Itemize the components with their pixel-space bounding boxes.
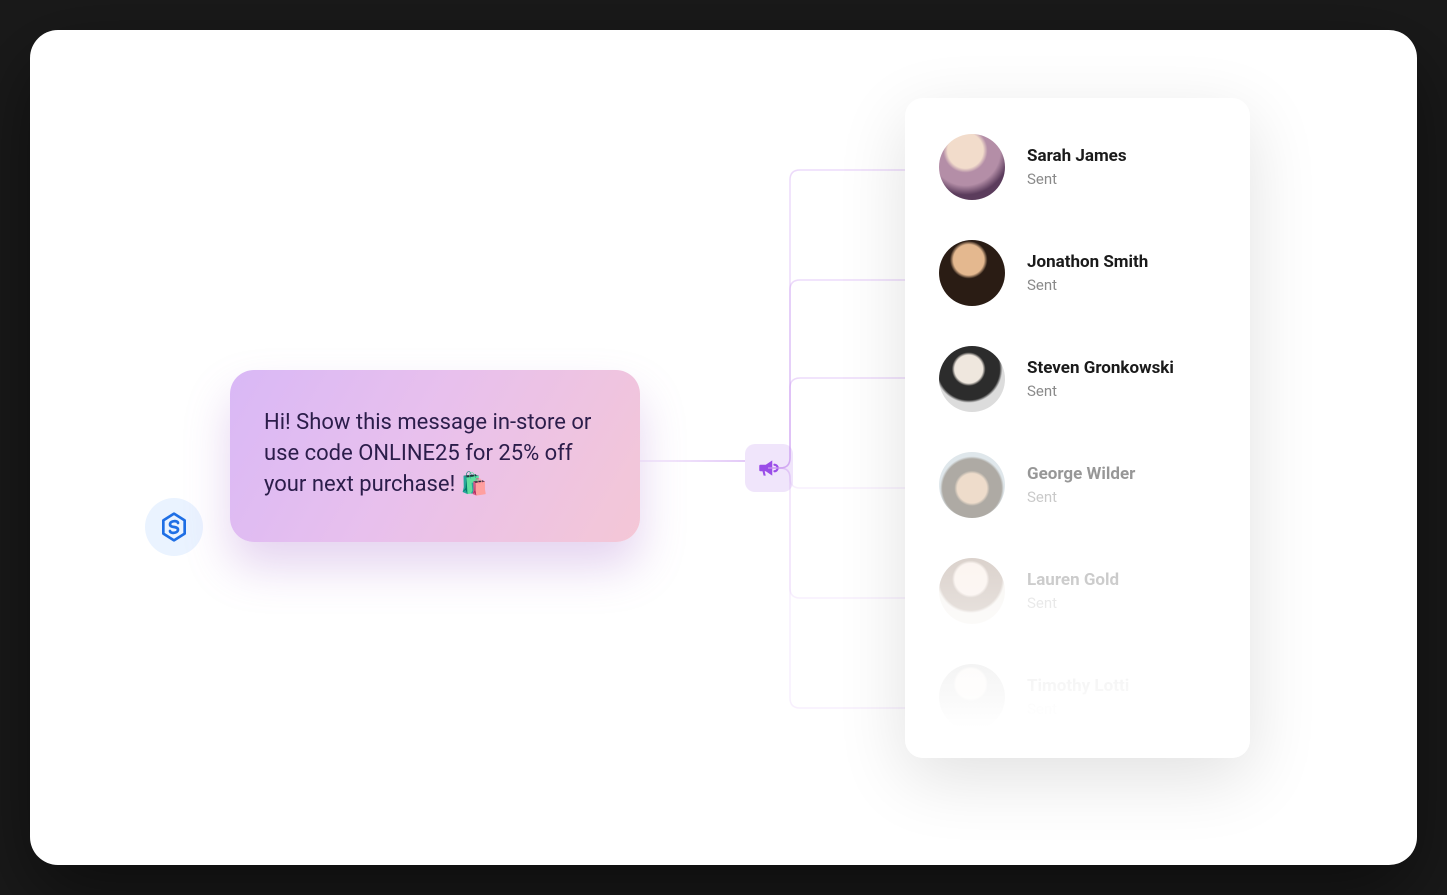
recipient-name: Jonathon Smith [1027, 252, 1148, 272]
recipient-status: Sent [1027, 488, 1135, 506]
recipient-name: Timothy Lotti [1027, 676, 1129, 696]
recipients-panel: Sarah James Sent Jonathon Smith Sent Ste… [905, 98, 1250, 758]
megaphone-icon [756, 455, 782, 481]
avatar [939, 346, 1005, 412]
recipient-info: Steven Gronkowski Sent [1027, 358, 1174, 400]
brand-logo-icon [158, 511, 190, 543]
recipient-name: George Wilder [1027, 464, 1135, 484]
recipient-status: Sent [1027, 700, 1129, 718]
avatar [939, 664, 1005, 730]
campaign-message-text: Hi! Show this message in-store or use co… [264, 410, 591, 497]
recipient-name: Steven Gronkowski [1027, 358, 1174, 378]
recipient-name: Sarah James [1027, 146, 1127, 166]
recipient-status: Sent [1027, 382, 1174, 400]
recipient-info: Timothy Lotti Sent [1027, 676, 1129, 718]
recipient-name: Lauren Gold [1027, 570, 1119, 590]
avatar [939, 240, 1005, 306]
recipient-item: Lauren Gold Sent [939, 558, 1220, 624]
main-card: Hi! Show this message in-store or use co… [30, 30, 1417, 865]
recipient-item: Timothy Lotti Sent [939, 664, 1220, 730]
recipient-info: Jonathon Smith Sent [1027, 252, 1148, 294]
connector-line [640, 460, 745, 462]
recipient-item: Steven Gronkowski Sent [939, 346, 1220, 412]
broadcast-node [745, 444, 793, 492]
recipient-status: Sent [1027, 594, 1119, 612]
recipient-item: Jonathon Smith Sent [939, 240, 1220, 306]
recipient-item: Sarah James Sent [939, 134, 1220, 200]
avatar [939, 558, 1005, 624]
recipient-status: Sent [1027, 276, 1148, 294]
avatar [939, 134, 1005, 200]
recipient-status: Sent [1027, 170, 1127, 188]
recipient-info: Sarah James Sent [1027, 146, 1127, 188]
campaign-message-bubble: Hi! Show this message in-store or use co… [230, 370, 640, 542]
recipient-info: George Wilder Sent [1027, 464, 1135, 506]
brand-logo [145, 498, 203, 556]
recipient-item: George Wilder Sent [939, 452, 1220, 518]
recipient-info: Lauren Gold Sent [1027, 570, 1119, 612]
avatar [939, 452, 1005, 518]
